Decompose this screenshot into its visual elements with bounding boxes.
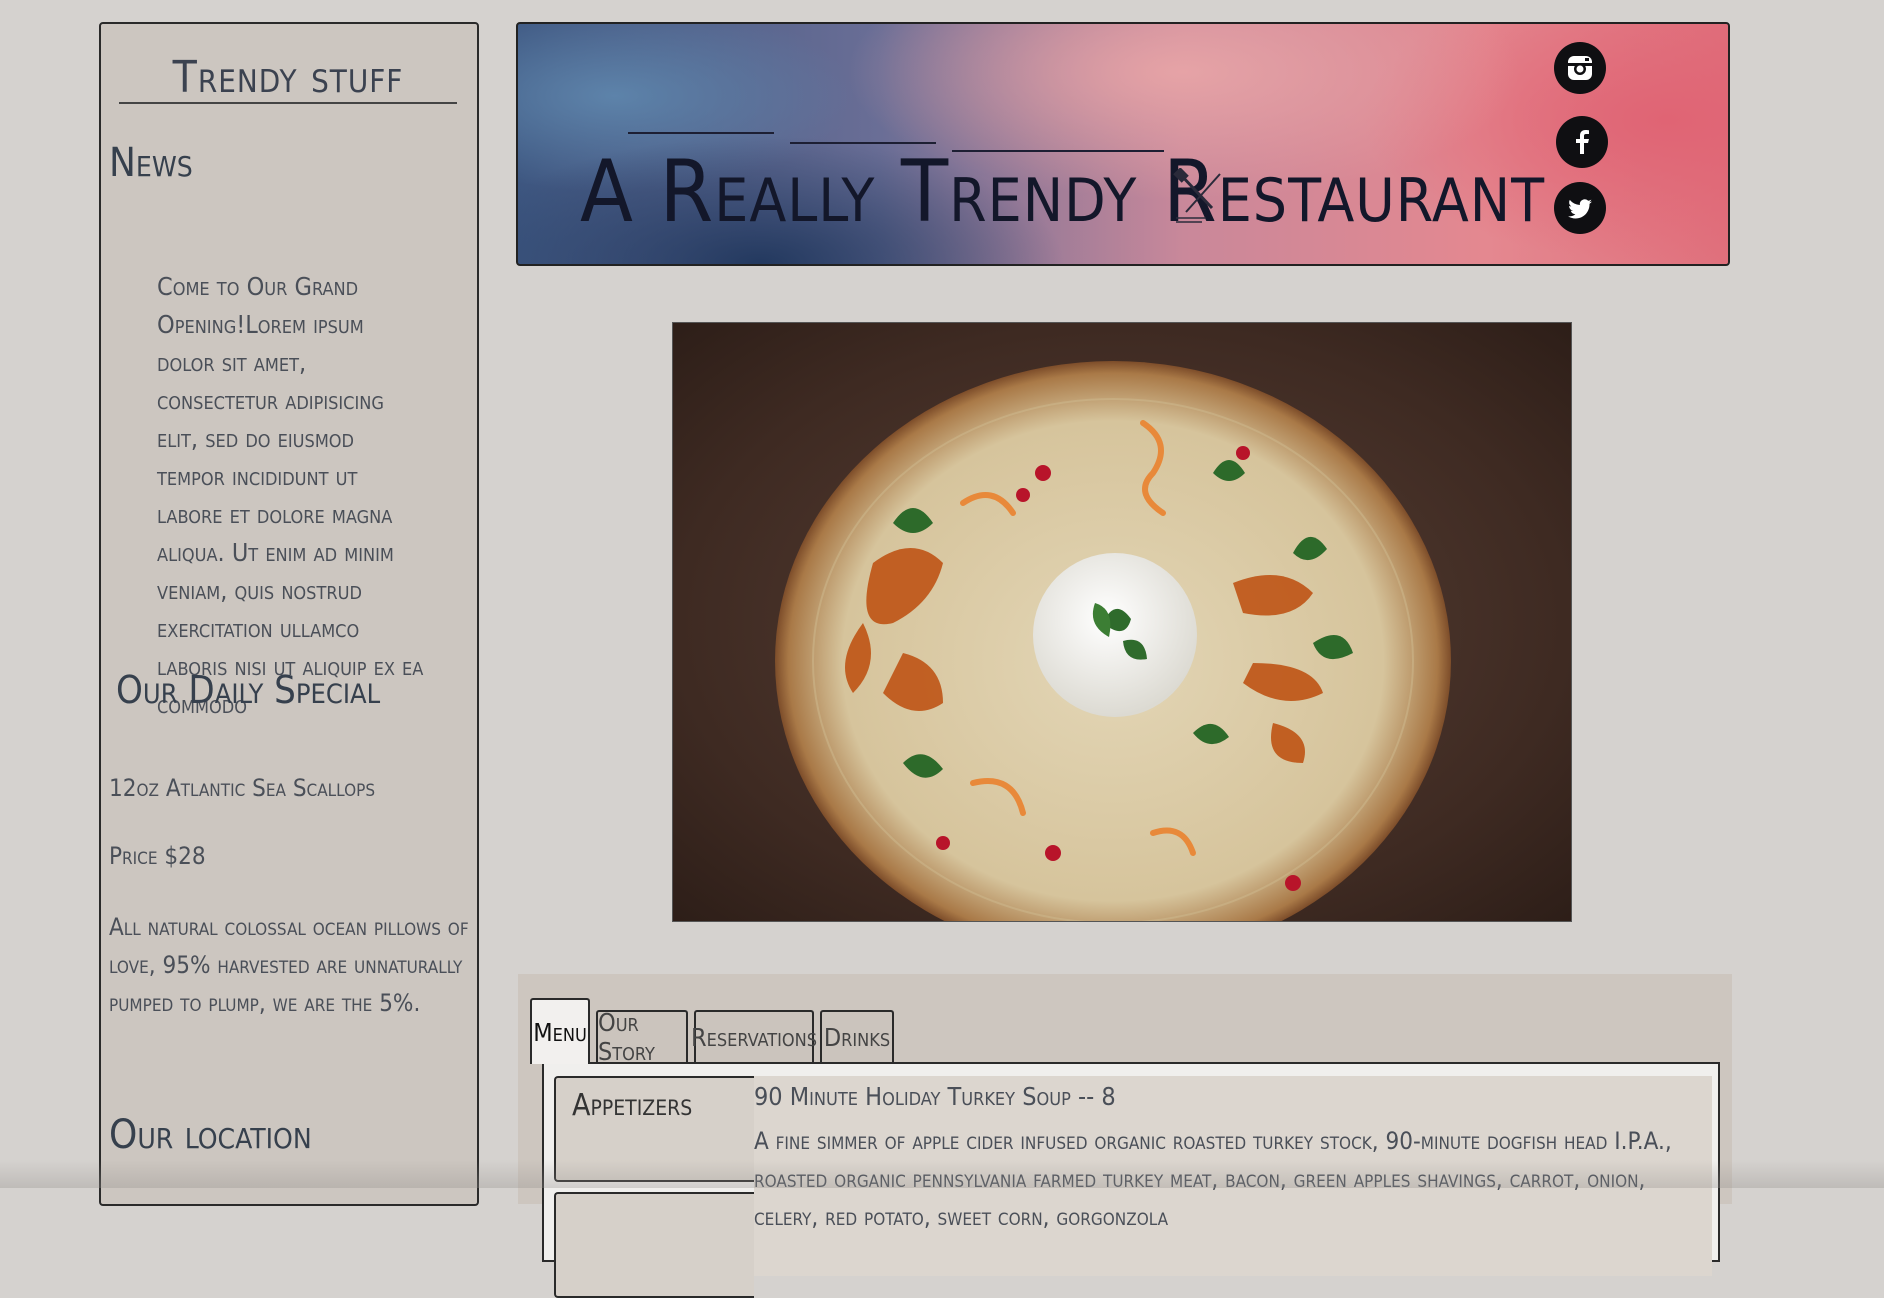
menu-item: 90 Minute Holiday Turkey Soup -- 8 A fin… (754, 1076, 1712, 1276)
menu-item-description: A fine simmer of apple cider infused org… (754, 1127, 1672, 1231)
special-item-description: All natural colossal ocean pillows of lo… (109, 913, 469, 1017)
facebook-link[interactable] (1556, 116, 1608, 168)
header-banner: A Really Trendy Restaurant (516, 22, 1730, 266)
daily-special-heading: Our Daily Special (116, 668, 381, 712)
menu-panel: Appetizers 90 Minute Holiday Turkey Soup… (542, 1062, 1720, 1298)
site-title[interactable]: A Really Trendy Restaurant (580, 142, 1545, 242)
twitter-link[interactable] (1554, 182, 1606, 234)
tab-drinks[interactable]: Drinks (820, 1010, 894, 1062)
instagram-link[interactable] (1554, 42, 1606, 94)
menu-item-title: 90 Minute Holiday Turkey Soup -- 8 (754, 1082, 1116, 1111)
category-label: Appetizers (572, 1088, 693, 1123)
brand-divider (119, 102, 457, 104)
twitter-icon (1568, 199, 1592, 219)
special-item-name: 12oz Atlantic Sea Scallops (109, 774, 376, 802)
news-body: Come to Our Grand Opening!Lorem ipsum do… (157, 272, 424, 719)
instagram-icon (1568, 56, 1592, 80)
category-next[interactable] (554, 1192, 754, 1298)
tab-our-story[interactable]: Our Story (596, 1008, 688, 1066)
food-plate-image (672, 322, 1572, 922)
facebook-icon (1576, 130, 1589, 154)
sidebar: Trendy stuff News Come to Our Grand Open… (99, 22, 479, 1206)
news-heading: News (109, 140, 193, 186)
info-tabs: Menu Our Story Reservations Drinks Appet… (518, 974, 1732, 1298)
category-appetizers[interactable]: Appetizers (554, 1076, 754, 1182)
location-heading: Our location (109, 1112, 312, 1158)
tab-menu[interactable]: Menu (530, 998, 590, 1064)
special-item-price: Price $28 (109, 842, 206, 870)
brand-title[interactable]: Trendy stuff (119, 52, 457, 103)
fork-knife-icon (1173, 168, 1221, 223)
tab-reservations[interactable]: Reservations (691, 1010, 817, 1062)
